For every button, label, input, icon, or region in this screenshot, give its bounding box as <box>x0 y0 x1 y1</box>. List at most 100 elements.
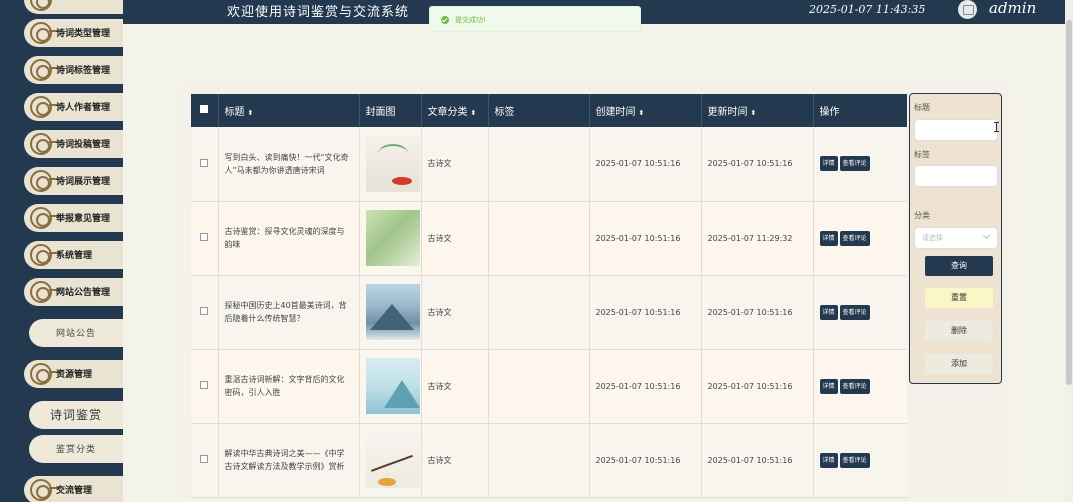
scrollbar-thumb[interactable] <box>1066 20 1072 385</box>
sort-icon[interactable]: ⬍ <box>639 109 645 117</box>
actions-cell: 详情 查看评论 <box>813 127 907 202</box>
sidebar-item-poem-types[interactable]: 诗词类型管理 <box>24 19 123 47</box>
sidebar-item-poets[interactable]: 诗人作者管理 <box>24 93 123 121</box>
cover-image[interactable] <box>365 210 420 266</box>
title-cell: 探秘中国历史上40首最美诗词，背后隐着什么传统智慧？ <box>218 275 360 350</box>
created-cell: 2025-01-07 10:51:16 <box>589 127 702 202</box>
view-comments-button[interactable]: 查看评论 <box>839 230 870 246</box>
sidebar-item-partial[interactable] <box>24 0 123 14</box>
sidebar-item-poem-tags[interactable]: 诗词标签管理 <box>24 56 123 84</box>
detail-button[interactable]: 详情 <box>819 156 838 172</box>
cloud-ornament-icon <box>30 479 61 501</box>
success-check-icon <box>441 16 449 24</box>
cover-image[interactable] <box>365 432 420 488</box>
sidebar-item-system[interactable]: 系统管理 <box>24 241 123 269</box>
sidebar-subitem-appreciation-category[interactable]: 鉴赏分类 <box>29 435 123 463</box>
sidebar-item-label: 诗词展示管理 <box>56 177 111 187</box>
sidebar-item-label: 诗词投稿管理 <box>56 140 111 150</box>
sidebar-item-label: 诗词标签管理 <box>56 66 111 76</box>
row-checkbox[interactable] <box>200 233 209 241</box>
tag-cell <box>488 349 590 424</box>
column-header-category[interactable]: 文章分类 ⬍ <box>421 94 489 127</box>
cloud-ornament-icon <box>30 170 61 192</box>
category-cell: 古诗文 <box>421 423 489 498</box>
category-placeholder: 请选择 <box>922 234 943 242</box>
row-select-cell <box>191 423 219 498</box>
select-all-checkbox[interactable] <box>200 105 209 113</box>
table-row: 古诗鉴赏：探寻文化灵魂的深度与韵味 古诗文 2025-01-07 10:51:1… <box>191 201 907 276</box>
column-header-created[interactable]: 创建时间 ⬍ <box>589 94 702 127</box>
toast-message: 提交成功! <box>455 16 486 24</box>
tag-cell <box>488 127 590 202</box>
row-title: 古诗鉴赏：探寻文化灵魂的深度与韵味 <box>224 227 345 249</box>
row-checkbox[interactable] <box>200 381 209 389</box>
created-cell: 2025-01-07 10:51:16 <box>589 201 702 276</box>
cover-cell <box>359 127 422 202</box>
table-row: 写到白头、读到痛快！一代“文化奇人”马未都为你讲透唐诗宋词 古诗文 2025-0… <box>191 127 907 202</box>
category-cell: 古诗文 <box>421 201 489 276</box>
tag-input[interactable] <box>914 165 998 187</box>
page-scrollbar[interactable] <box>1065 0 1073 502</box>
query-button[interactable]: 查询 <box>925 256 993 276</box>
cloud-ornament-icon <box>30 96 61 118</box>
row-select-cell <box>191 127 219 202</box>
view-comments-button[interactable]: 查看评论 <box>839 378 870 394</box>
title-label: 标题 <box>914 103 930 112</box>
view-comments-button[interactable]: 查看评论 <box>839 156 870 172</box>
cloud-ornament-icon <box>30 22 61 44</box>
cover-image[interactable] <box>365 358 420 414</box>
category-label: 分类 <box>914 211 930 220</box>
view-comments-button[interactable]: 查看评论 <box>839 452 870 468</box>
column-header-updated[interactable]: 更新时间 ⬍ <box>701 94 814 127</box>
tag-cell <box>488 275 590 350</box>
column-header-title[interactable]: 标题 ⬍ <box>218 94 360 127</box>
created-cell: 2025-01-07 10:51:16 <box>589 423 702 498</box>
detail-button[interactable]: 详情 <box>819 378 838 394</box>
sidebar-item-label: 资源管理 <box>56 370 93 380</box>
data-table: 标题 ⬍ 封面图 文章分类 ⬍ 标签 创建时间 ⬍ 更新时间 ⬍ 操作 写到白头、读到痛… <box>191 94 907 502</box>
category-cell: 古诗文 <box>421 275 489 350</box>
sidebar-item-submissions[interactable]: 诗词投稿管理 <box>24 130 123 158</box>
detail-button[interactable]: 详情 <box>819 230 838 246</box>
reset-button[interactable]: 重置 <box>925 288 993 308</box>
avatar-icon[interactable] <box>958 0 977 19</box>
sidebar-item-announcement-mgmt[interactable]: 网站公告管理 <box>24 278 123 306</box>
detail-button[interactable]: 详情 <box>819 452 838 468</box>
cloud-ornament-icon <box>30 133 61 155</box>
updated-cell: 2025-01-07 10:51:16 <box>701 275 814 350</box>
sidebar-subitem-appreciation[interactable]: 诗词鉴赏 <box>29 401 123 429</box>
row-title: 重温古诗词新解：文字背后的文化密码，引人入胜 <box>224 375 345 397</box>
sidebar-item-label: 网站公告管理 <box>56 288 111 298</box>
column-header-label: 更新时间 <box>707 107 748 118</box>
sidebar-item-reports[interactable]: 举报意见管理 <box>24 204 123 232</box>
username[interactable]: admin <box>989 0 1036 17</box>
actions-cell: 详情 查看评论 <box>813 201 907 276</box>
row-checkbox[interactable] <box>200 307 209 315</box>
sidebar-item-display[interactable]: 诗词展示管理 <box>24 167 123 195</box>
sidebar-subitem-announcements[interactable]: 网站公告 <box>29 319 123 347</box>
column-header-label: 创建时间 <box>595 107 636 118</box>
sidebar-item-label: 诗词类型管理 <box>56 29 111 39</box>
detail-button[interactable]: 详情 <box>819 304 838 320</box>
row-checkbox[interactable] <box>200 455 209 463</box>
sidebar-item-exchange[interactable]: 交流管理 <box>24 476 123 502</box>
sidebar-item-label: 鉴赏分类 <box>55 445 96 455</box>
view-comments-button[interactable]: 查看评论 <box>839 304 870 320</box>
cloud-ornament-icon <box>30 244 61 266</box>
created-cell: 2025-01-07 10:51:16 <box>589 349 702 424</box>
row-checkbox[interactable] <box>200 158 209 167</box>
cover-image[interactable] <box>365 284 420 340</box>
sidebar-item-label: 交流管理 <box>56 486 93 496</box>
system-title: 欢迎使用诗词鉴赏与交流系统 <box>227 5 410 20</box>
sort-icon[interactable]: ⬍ <box>751 109 757 117</box>
cover-image[interactable] <box>365 135 420 192</box>
title-input[interactable] <box>914 119 998 141</box>
add-button[interactable]: 添加 <box>925 354 993 374</box>
delete-button[interactable]: 删除 <box>925 321 993 341</box>
category-select[interactable]: 请选择 <box>914 227 998 249</box>
column-header-label: 封面图 <box>365 107 396 118</box>
sort-icon[interactable]: ⬍ <box>471 109 477 117</box>
sidebar-item-resources[interactable]: 资源管理 <box>24 360 123 388</box>
sort-icon[interactable]: ⬍ <box>248 109 254 117</box>
cover-cell <box>359 349 422 424</box>
